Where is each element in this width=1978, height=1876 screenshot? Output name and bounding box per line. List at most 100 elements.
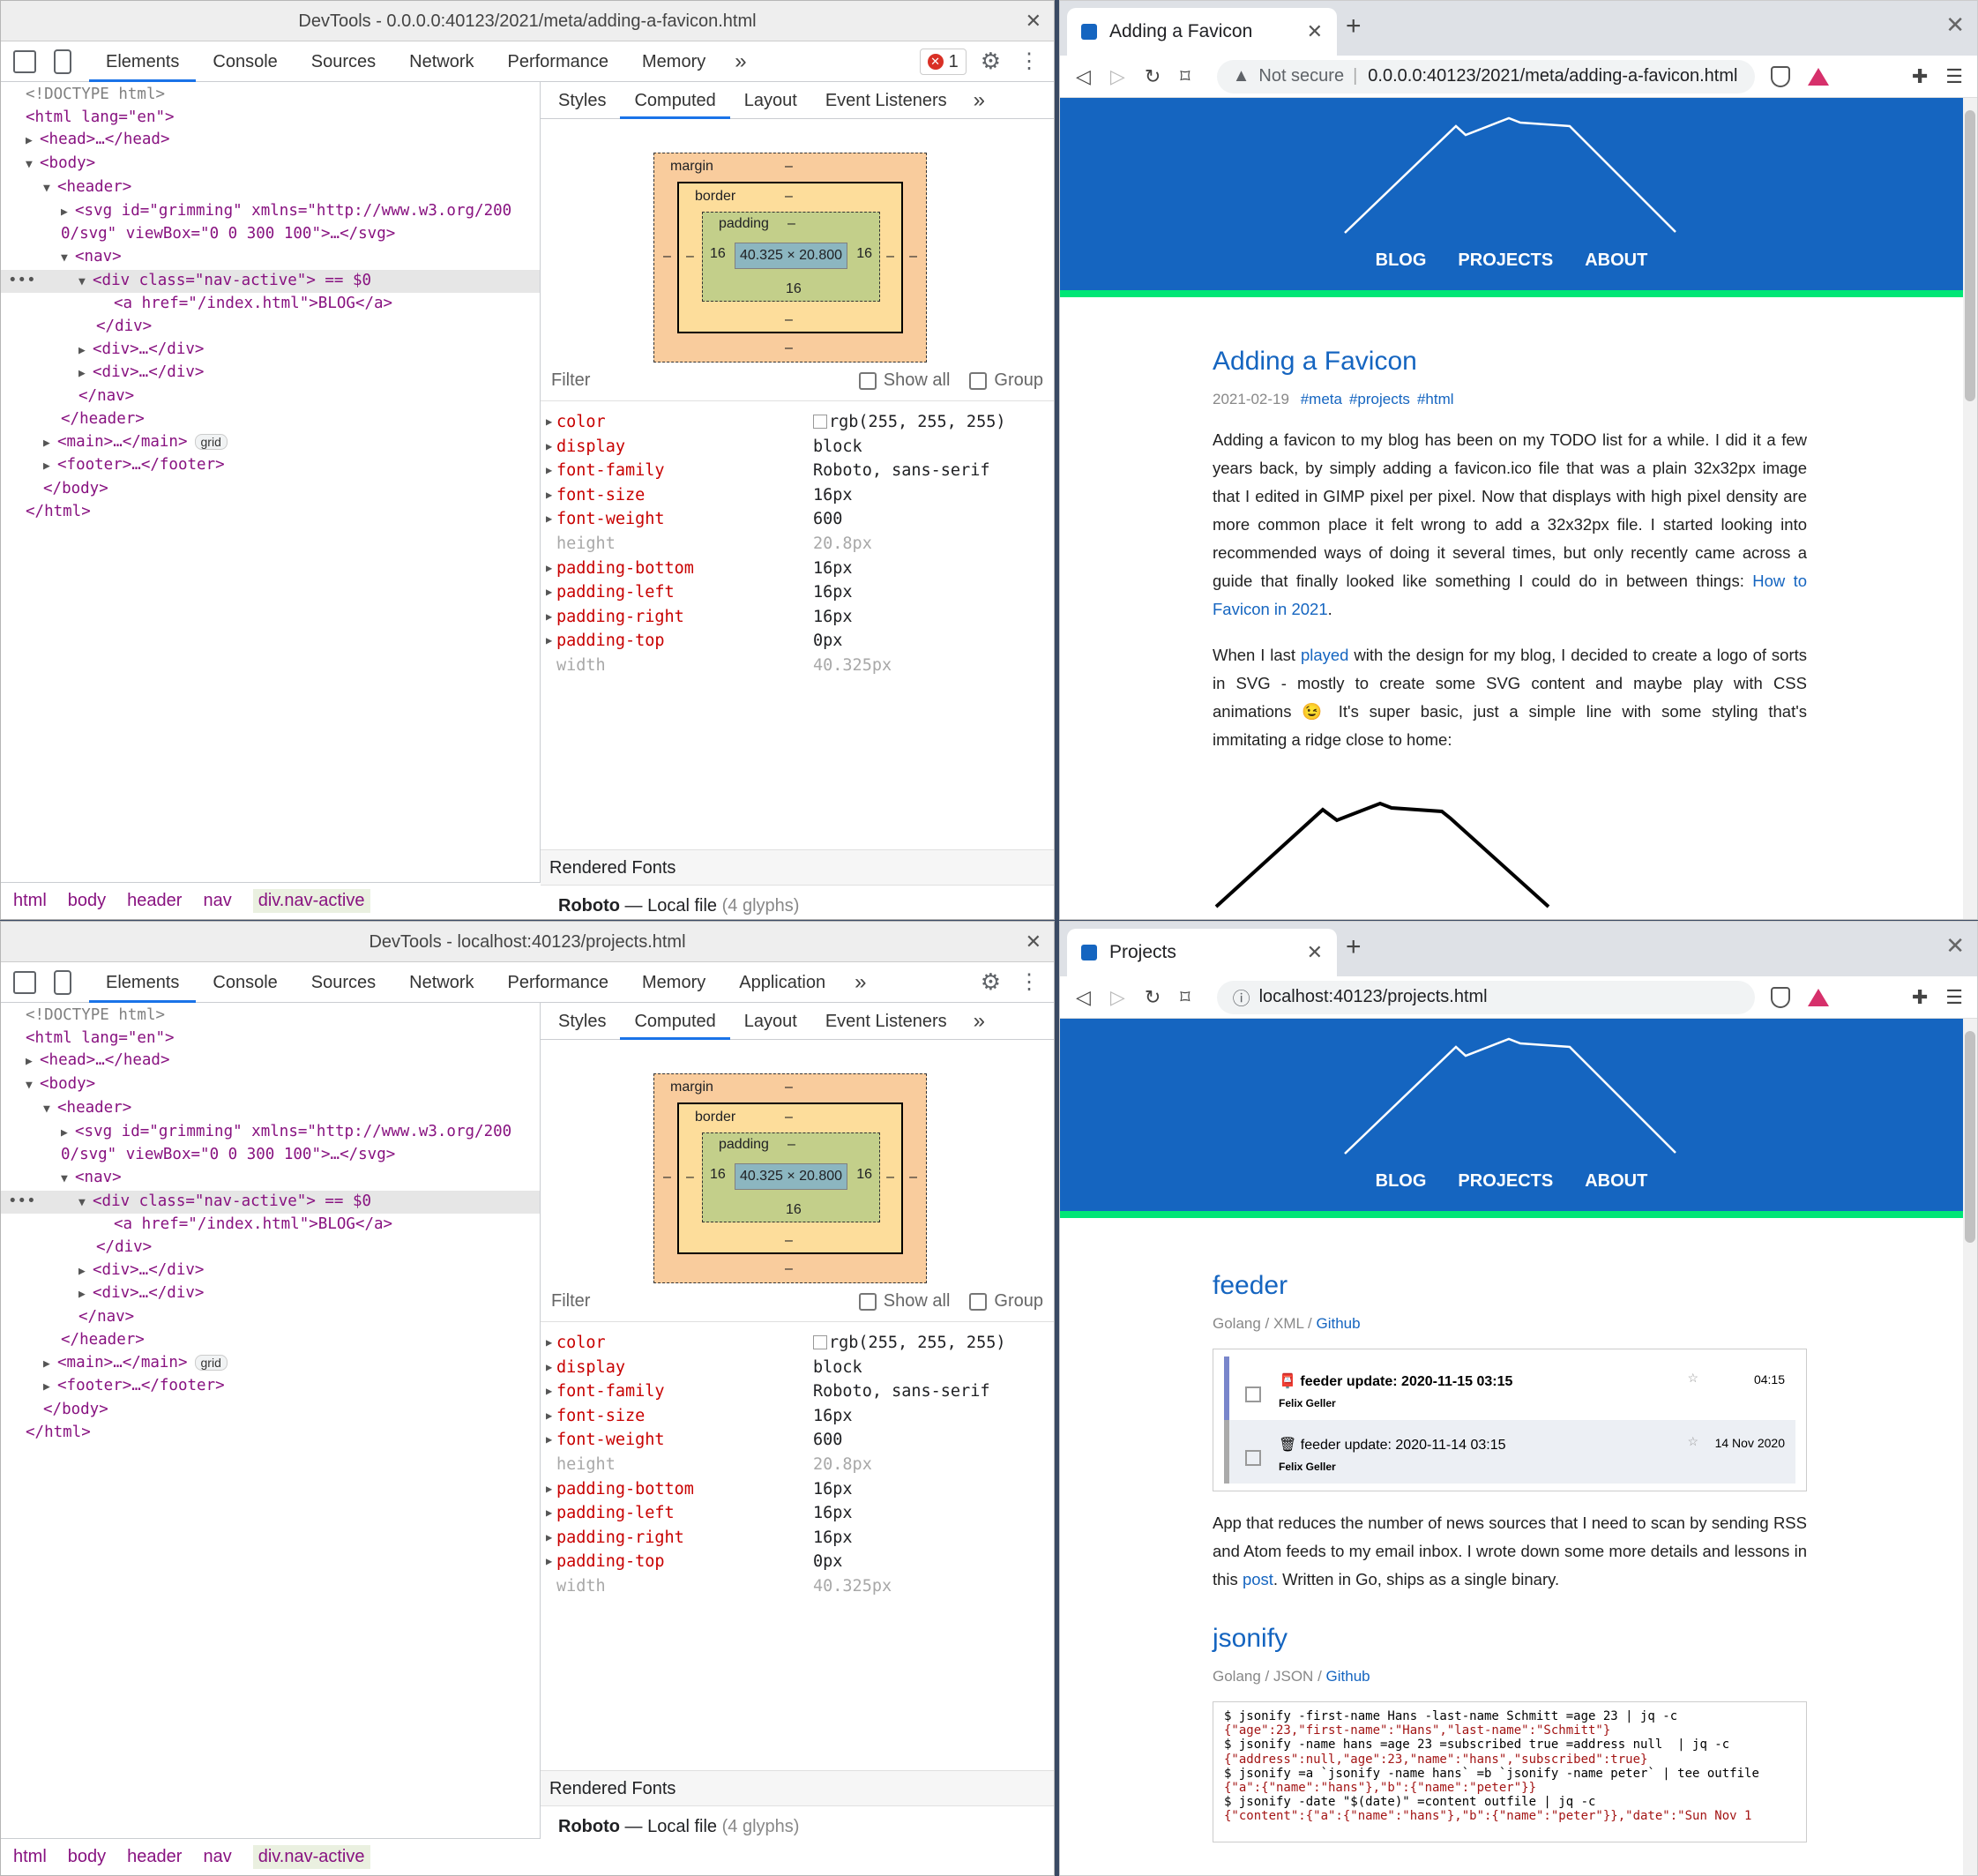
property-row[interactable]: ▶ font-weight 600 <box>541 507 1054 532</box>
header-close-node[interactable]: </header> <box>61 1331 145 1349</box>
bookmark-icon[interactable]: ⌑ <box>1180 65 1190 88</box>
reload-icon[interactable]: ↻ <box>1145 986 1161 1009</box>
new-tab-icon[interactable]: + <box>1346 11 1362 41</box>
html-node[interactable]: <html lang="en"> <box>26 1029 175 1047</box>
browser-tab[interactable]: Projects ✕ <box>1067 929 1337 976</box>
tab-sources[interactable]: Sources <box>295 41 392 82</box>
property-row[interactable]: ▶ font-size 16px <box>541 1404 1054 1429</box>
box-model-content[interactable]: 40.325 × 20.800 <box>735 243 847 269</box>
tab-elements[interactable]: Elements <box>89 962 197 1003</box>
tab-styles[interactable]: Styles <box>544 82 620 119</box>
header-node[interactable]: <header> <box>57 1099 131 1117</box>
played-link[interactable]: played <box>1301 646 1349 664</box>
url-field[interactable]: ⓘ localhost:40123/projects.html <box>1216 980 1755 1014</box>
box-model-content[interactable]: 40.325 × 20.800 <box>735 1163 847 1190</box>
device-toolbar-icon[interactable] <box>54 49 71 74</box>
filter-input[interactable]: Filter <box>551 1291 590 1312</box>
menu-icon[interactable]: ☰ <box>1945 65 1963 88</box>
property-row[interactable]: ▶ padding-bottom 16px <box>541 1477 1054 1502</box>
tab-computed[interactable]: Computed <box>620 82 730 119</box>
extensions-icon[interactable]: ✚ <box>1912 986 1928 1009</box>
brave-shield-icon[interactable] <box>1770 986 1790 1008</box>
property-row[interactable]: ▶ padding-left 16px <box>541 1501 1054 1526</box>
nav-node[interactable]: <nav> <box>75 1169 122 1186</box>
menu-icon[interactable]: ☰ <box>1945 986 1963 1009</box>
a-node[interactable]: <a href="/index.html">BLOG</a> <box>114 295 392 312</box>
div-node[interactable]: <div>…</div> <box>93 340 204 358</box>
property-row[interactable]: height 20.8px <box>541 1453 1054 1477</box>
svg-node[interactable]: <svg id="grimming" xmlns="http://www.w3.… <box>75 202 511 220</box>
ellipsis-icon[interactable]: ••• <box>8 270 36 293</box>
expand-triangle-icon[interactable]: ▶ <box>78 340 93 362</box>
html-node[interactable]: <html lang="en"> <box>26 108 175 126</box>
box-model-border[interactable]: border – – – – padding – 16 16 16 40.325… <box>677 1102 903 1254</box>
collapse-triangle-icon[interactable]: ▼ <box>43 1098 57 1121</box>
expand-triangle-icon[interactable]: ▶ <box>78 1260 93 1283</box>
html-close-node[interactable]: </html> <box>26 1424 91 1441</box>
breadcrumb-item[interactable]: nav <box>203 891 231 911</box>
body-node[interactable]: <body> <box>40 154 95 172</box>
tab-styles[interactable]: Styles <box>544 1003 620 1040</box>
post-link[interactable]: post <box>1243 1570 1273 1588</box>
breadcrumb-item[interactable]: body <box>68 891 106 911</box>
breadcrumb-item[interactable]: body <box>68 1847 106 1867</box>
property-row[interactable]: ▶ padding-right 16px <box>541 605 1054 630</box>
property-row[interactable]: ▶ padding-left 16px <box>541 580 1054 605</box>
expand-triangle-icon[interactable]: ▶ <box>26 1050 40 1073</box>
header-node[interactable]: <header> <box>57 178 131 196</box>
group-checkbox[interactable]: Group <box>969 370 1043 391</box>
div-close-node[interactable]: </div> <box>96 318 152 335</box>
forward-icon[interactable]: ▷ <box>1110 65 1125 88</box>
html-close-node[interactable]: </html> <box>26 503 91 520</box>
kebab-menu-icon[interactable]: ⋮ <box>1015 969 1054 995</box>
expand-triangle-icon[interactable]: ▶ <box>43 455 57 478</box>
bookmark-icon[interactable]: ⌑ <box>1180 986 1190 1009</box>
tab-console[interactable]: Console <box>196 962 294 1003</box>
footer-node[interactable]: <footer>…</footer> <box>57 456 225 474</box>
close-window-icon[interactable]: ✕ <box>1945 11 1965 39</box>
div-node[interactable]: <div>…</div> <box>93 363 204 381</box>
doctype-node[interactable]: <!DOCTYPE html> <box>26 86 165 103</box>
grid-badge[interactable]: grid <box>194 1354 228 1371</box>
nav-projects[interactable]: PROJECTS <box>1442 250 1569 271</box>
tab-network[interactable]: Network <box>392 962 490 1003</box>
property-row[interactable]: ▶ padding-top 0px <box>541 1550 1054 1574</box>
more-tabs-icon[interactable]: » <box>842 970 878 995</box>
tab-application[interactable]: Application <box>722 962 842 1003</box>
tab-performance[interactable]: Performance <box>491 41 626 82</box>
tab-layout[interactable]: Layout <box>730 1003 811 1040</box>
brave-shield-icon[interactable] <box>1770 65 1790 87</box>
box-model-border[interactable]: border – – – – padding – 16 16 16 40.325… <box>677 182 903 333</box>
box-model-padding[interactable]: padding – 16 16 16 40.325 × 20.800 <box>702 1132 880 1222</box>
url-field[interactable]: ▲ Not secure | 0.0.0.0:40123/2021/meta/a… <box>1216 59 1755 93</box>
body-close-node[interactable]: </body> <box>43 480 108 497</box>
header-close-node[interactable]: </header> <box>61 410 145 428</box>
div-node[interactable]: <div>…</div> <box>93 1284 204 1302</box>
tab-memory[interactable]: Memory <box>625 41 722 82</box>
box-model-padding[interactable]: padding – 16 16 16 40.325 × 20.800 <box>702 212 880 302</box>
collapse-triangle-icon[interactable]: ▼ <box>43 177 57 200</box>
nav-blog[interactable]: BLOG <box>1360 1171 1443 1192</box>
head-node[interactable]: <head>…</head> <box>40 131 170 148</box>
main-node[interactable]: <main>…</main> <box>57 1354 188 1371</box>
property-row[interactable]: height 20.8px <box>541 532 1054 557</box>
tab-console[interactable]: Console <box>196 41 294 82</box>
breadcrumb-item[interactable]: html <box>13 891 47 911</box>
group-checkbox[interactable]: Group <box>969 1291 1043 1312</box>
property-row[interactable]: ▶ padding-bottom 16px <box>541 557 1054 581</box>
collapse-triangle-icon[interactable]: ▼ <box>26 153 40 176</box>
error-counter[interactable]: ✕ 1 <box>919 48 967 75</box>
page-scrollbar[interactable] <box>1963 1019 1977 1875</box>
box-model-margin[interactable]: margin – – – – border – – – – padding – … <box>653 1073 927 1283</box>
more-tabs-icon[interactable]: » <box>722 49 758 74</box>
div-active-node[interactable]: <div class="nav-active"> == $0 <box>93 272 371 289</box>
collapse-triangle-icon[interactable]: ▼ <box>78 271 93 294</box>
expand-triangle-icon[interactable]: ▶ <box>61 1122 75 1145</box>
breadcrumb-item-current[interactable]: div.nav-active <box>252 889 370 913</box>
collapse-triangle-icon[interactable]: ▼ <box>78 1192 93 1215</box>
nav-about[interactable]: ABOUT <box>1569 250 1663 271</box>
close-icon[interactable]: ✕ <box>1026 922 1041 962</box>
main-node[interactable]: <main>…</main> <box>57 433 188 451</box>
inspect-element-icon[interactable] <box>13 970 36 994</box>
forward-icon[interactable]: ▷ <box>1110 986 1125 1009</box>
